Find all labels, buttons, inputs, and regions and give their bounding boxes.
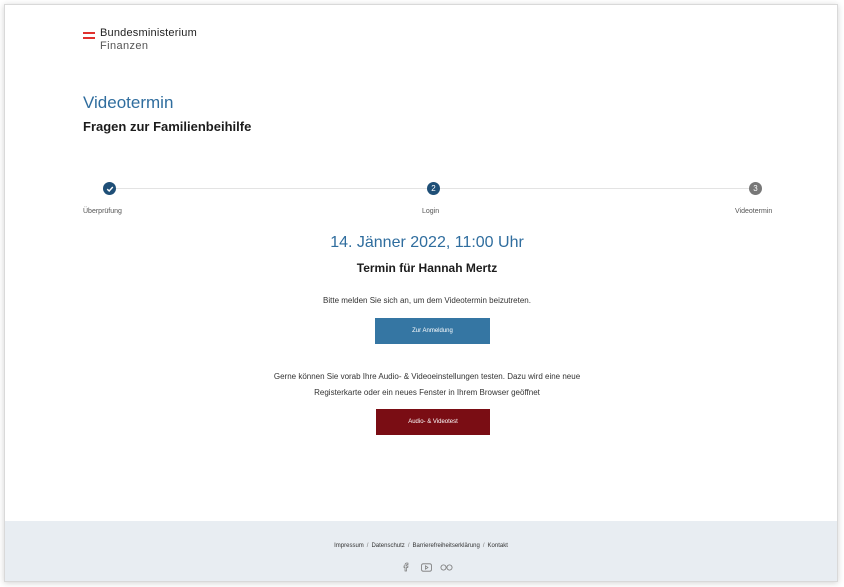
footer-link-datenschutz[interactable]: Datenschutz <box>371 543 404 549</box>
audio-video-test-button[interactable]: Audio- & Videotest <box>376 409 490 435</box>
logo-line1: Bundesministerium <box>100 27 197 39</box>
youtube-icon[interactable] <box>421 562 432 572</box>
logo-line2: Finanzen <box>100 40 149 52</box>
step-label-ueberpruefung: Überprüfung <box>83 208 122 215</box>
test-hint-line2: Registerkarte oder ein neues Fenster in … <box>314 388 540 397</box>
step-label-videotermin: Videotermin <box>735 208 773 215</box>
flickr-icon[interactable] <box>440 562 453 572</box>
footer-link-barrierefreiheit[interactable]: Barrierefreiheitserklärung <box>412 543 479 549</box>
page-title: Videotermin <box>83 93 174 112</box>
facebook-icon[interactable] <box>402 562 410 572</box>
page-subtitle: Fragen zur Familienbeihilfe <box>83 119 252 134</box>
test-hint-line1: Gerne können Sie vorab Ihre Audio- & Vid… <box>273 372 581 381</box>
step-number-2: 2 <box>427 182 440 195</box>
step-done-check-icon <box>103 182 116 195</box>
login-hint: Bitte melden Sie sich an, um dem Videote… <box>323 296 531 305</box>
footer-links: Impressum / Datenschutz / Barrierefreiheitse… <box>5 543 837 549</box>
footer: Impressum / Datenschutz / Barrierefreiheitse… <box>5 521 837 581</box>
step-label-login: Login <box>422 208 440 215</box>
login-button[interactable]: Zur Anmeldung <box>375 318 490 344</box>
footer-link-impressum[interactable]: Impressum <box>334 543 364 549</box>
footer-link-kontakt[interactable]: Kontakt <box>488 543 508 549</box>
austria-flag-icon <box>83 32 95 39</box>
appointment-owner: Termin für Hannah Mertz <box>356 261 498 275</box>
step-number-3: 3 <box>749 182 762 195</box>
browser-page: Bundesministerium Finanzen Videotermin F… <box>4 4 838 582</box>
footer-separator: / <box>482 543 485 549</box>
appointment-date: 14. Jänner 2022, 11:00 Uhr <box>330 234 524 251</box>
